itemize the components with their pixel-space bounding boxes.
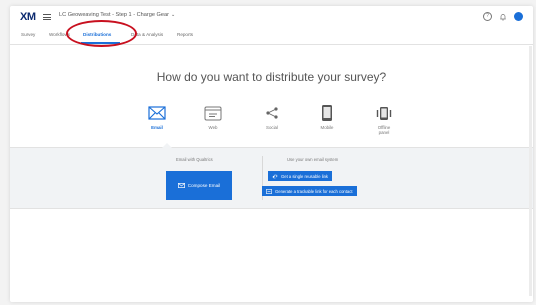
- compose-email-label: Compose Email: [187, 183, 221, 188]
- page-title: How do you want to distribute your surve…: [156, 70, 387, 84]
- top-icons: ?: [483, 12, 523, 21]
- option-label: Social: [266, 125, 278, 130]
- scrollbar[interactable]: [529, 46, 532, 296]
- single-link-label: Get a single reusable link: [281, 173, 329, 179]
- option-label: Email: [151, 125, 163, 130]
- envelope-icon: [177, 183, 185, 188]
- envelope-icon: [137, 104, 177, 122]
- tab-reports[interactable]: Reports: [177, 32, 193, 37]
- option-label: Web: [208, 125, 218, 130]
- option-mobile[interactable]: Mobile: [307, 104, 347, 130]
- offline-app-icon: [364, 104, 404, 122]
- option-label: Mobile: [320, 125, 334, 130]
- links-icon: [266, 188, 272, 194]
- menu-icon[interactable]: [43, 14, 51, 20]
- panel-pointer: [162, 143, 172, 148]
- chevron-down-icon: ⌄: [170, 12, 176, 18]
- browser-icon: [193, 104, 233, 122]
- highlight-annotation: [66, 20, 137, 47]
- share-icon: [252, 104, 292, 122]
- option-label: Offline panel: [377, 125, 391, 135]
- survey-window: XM LC Geoweaving Test - Step 1 - Charge …: [10, 6, 533, 302]
- tab-survey[interactable]: Survey: [21, 32, 35, 37]
- help-icon[interactable]: ?: [483, 12, 492, 21]
- multiple-links-button[interactable]: Generate a trackable link for each conta…: [262, 186, 357, 196]
- project-title[interactable]: LC Geoweaving Test - Step 1 - Charge Gea…: [59, 12, 175, 18]
- option-email[interactable]: Email: [137, 104, 177, 130]
- xm-logo[interactable]: XM: [20, 11, 36, 23]
- email-options-panel: Email with Qualtrics Compose Email Use y…: [10, 143, 533, 209]
- distribution-options: Email Web Social Mobile Offline panel: [10, 104, 533, 142]
- avatar[interactable]: [514, 12, 523, 21]
- project-title-text: LC Geoweaving Test - Step 1 - Charge Gea…: [59, 12, 169, 18]
- compose-email-button[interactable]: Compose Email: [166, 171, 232, 200]
- bell-icon[interactable]: [499, 13, 507, 21]
- multiple-links-label: Generate a trackable link for each conta…: [275, 188, 353, 194]
- option-social[interactable]: Social: [252, 104, 292, 130]
- email-with-qualtrics-label: Email with Qualtrics: [176, 157, 213, 162]
- mobile-icon: [307, 104, 347, 122]
- link-icon: [272, 174, 278, 178]
- own-email-system-label: Use your own email system: [287, 157, 339, 162]
- single-link-button[interactable]: Get a single reusable link: [268, 171, 333, 181]
- option-offline-panel[interactable]: Offline panel: [364, 104, 404, 135]
- option-web[interactable]: Web: [193, 104, 233, 130]
